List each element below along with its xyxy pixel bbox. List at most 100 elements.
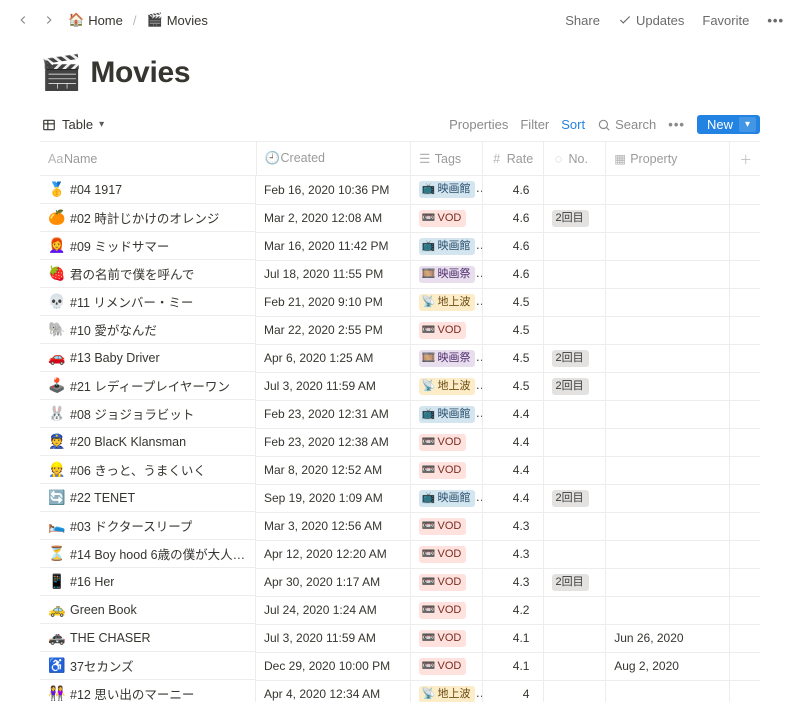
cell-no[interactable] <box>544 680 606 702</box>
cell-no[interactable] <box>544 624 606 652</box>
tag-pill[interactable]: 📼VOD <box>419 210 467 227</box>
cell-tags[interactable]: 📡地上波 <box>410 288 482 316</box>
cell-name[interactable]: 🔄#22 TENET <box>40 484 256 512</box>
tag-pill[interactable]: 2回目 <box>552 378 588 395</box>
cell-created[interactable]: Apr 6, 2020 1:25 AM <box>256 344 410 372</box>
table-row[interactable]: 📱#16 HerApr 30, 2020 1:17 AM📼VOD4.32回目 <box>40 568 760 596</box>
cell-created[interactable]: Mar 16, 2020 11:42 PM <box>256 232 410 260</box>
table-row[interactable]: 🚕Green BookJul 24, 2020 1:24 AM📼VOD4.2 <box>40 596 760 624</box>
cell-name[interactable]: 👩‍🦰#09 ミッドサマー <box>40 232 256 260</box>
cell-name[interactable]: ♿37セカンズ <box>40 652 256 680</box>
cell-no[interactable] <box>544 400 606 428</box>
table-row[interactable]: 🍊#02 時計じかけのオレンジMar 2, 2020 12:08 AM📼VOD4… <box>40 204 760 232</box>
nav-back-button[interactable] <box>12 9 34 31</box>
tag-pill[interactable]: 📼VOD <box>419 658 467 675</box>
col-no[interactable]: ◌No. <box>544 142 606 176</box>
cell-rate[interactable]: 4.4 <box>482 484 544 512</box>
cell-tags[interactable]: 🎞️映画祭 <box>410 260 482 288</box>
table-row[interactable]: ♿37セカンズDec 29, 2020 10:00 PM📼VOD4.1Aug 2… <box>40 652 760 680</box>
cell-property[interactable] <box>606 316 729 344</box>
tag-pill[interactable]: 📺映画館 <box>419 406 476 423</box>
cell-property[interactable] <box>606 372 729 400</box>
cell-tags[interactable]: 📺映画館 <box>410 232 482 260</box>
cell-created[interactable]: Sep 19, 2020 1:09 AM <box>256 484 410 512</box>
cell-rate[interactable]: 4.1 <box>482 652 544 680</box>
cell-property[interactable] <box>606 400 729 428</box>
cell-no[interactable] <box>544 260 606 288</box>
cell-created[interactable]: Apr 12, 2020 12:20 AM <box>256 540 410 568</box>
cell-tags[interactable]: 📼VOD <box>410 568 482 596</box>
tag-pill[interactable]: 📡地上波 <box>419 294 476 311</box>
cell-rate[interactable]: 4.3 <box>482 540 544 568</box>
cell-created[interactable]: Jul 24, 2020 1:24 AM <box>256 596 410 624</box>
cell-tags[interactable]: 📼VOD <box>410 512 482 540</box>
cell-property[interactable] <box>606 568 729 596</box>
cell-property[interactable] <box>606 260 729 288</box>
table-row[interactable]: 🍓君の名前で僕を呼んでJul 18, 2020 11:55 PM🎞️映画祭4.6 <box>40 260 760 288</box>
cell-created[interactable]: Jul 3, 2020 11:59 AM <box>256 372 410 400</box>
new-button[interactable]: New ▾ <box>697 115 760 134</box>
cell-created[interactable]: Mar 22, 2020 2:55 PM <box>256 316 410 344</box>
properties-button[interactable]: Properties <box>449 117 508 132</box>
cell-property[interactable] <box>606 288 729 316</box>
cell-rate[interactable]: 4.6 <box>482 204 544 232</box>
cell-rate[interactable]: 4.4 <box>482 428 544 456</box>
cell-property[interactable] <box>606 232 729 260</box>
cell-name[interactable]: 🐘#10 愛がなんだ <box>40 316 256 344</box>
cell-rate[interactable]: 4 <box>482 680 544 702</box>
cell-property[interactable] <box>606 428 729 456</box>
tag-pill[interactable]: 📼VOD <box>419 518 467 535</box>
table-row[interactable]: 🔄#22 TENETSep 19, 2020 1:09 AM📺映画館4.4 2回目 <box>40 484 760 512</box>
cell-tags[interactable]: 📼VOD <box>410 428 482 456</box>
cell-rate[interactable]: 4.1 <box>482 624 544 652</box>
cell-tags[interactable]: 📼VOD <box>410 652 482 680</box>
cell-tags[interactable]: 📺映画館 <box>410 484 482 512</box>
col-property[interactable]: ▦Property <box>606 142 729 176</box>
cell-created[interactable]: Feb 16, 2020 10:36 PM <box>256 176 410 205</box>
cell-created[interactable]: Jul 3, 2020 11:59 AM <box>256 624 410 652</box>
tag-pill[interactable]: 2回目 <box>552 490 588 507</box>
add-column-button[interactable]: ＋ <box>729 142 760 176</box>
page-icon[interactable]: 🎬 <box>40 56 82 90</box>
tag-pill[interactable]: 🎞️映画祭 <box>419 266 476 283</box>
view-more-button[interactable]: ••• <box>668 117 685 132</box>
cell-property[interactable]: Aug 2, 2020 <box>606 652 729 680</box>
page-title[interactable]: Movies <box>90 56 190 90</box>
cell-rate[interactable]: 4.5 <box>482 288 544 316</box>
cell-no[interactable] <box>544 512 606 540</box>
updates-button[interactable]: Updates <box>614 11 688 30</box>
cell-name[interactable]: 🚗#13 Baby Driver <box>40 344 256 372</box>
tag-pill[interactable]: 📼VOD <box>419 546 467 563</box>
table-row[interactable]: ⏳#14 Boy hood 6歳の僕が大人になるまでApr 12, 2020 1… <box>40 540 760 568</box>
cell-no[interactable]: 2回目 <box>544 568 606 596</box>
cell-created[interactable]: Mar 8, 2020 12:52 AM <box>256 456 410 484</box>
more-menu-button[interactable]: ••• <box>763 11 788 30</box>
cell-property[interactable] <box>606 344 729 372</box>
table-row[interactable]: 👮#20 BlacK KlansmanFeb 23, 2020 12:38 AM… <box>40 428 760 456</box>
cell-created[interactable]: Jul 18, 2020 11:55 PM <box>256 260 410 288</box>
cell-name[interactable]: 📱#16 Her <box>40 568 256 596</box>
cell-tags[interactable]: 📡地上波 <box>410 372 482 400</box>
cell-tags[interactable]: 📼VOD <box>410 540 482 568</box>
table-row[interactable]: 👭#12 思い出のマーニーApr 4, 2020 12:34 AM 📡地上波 4 <box>40 680 760 702</box>
cell-name[interactable]: 👭#12 思い出のマーニー <box>40 680 256 702</box>
cell-name[interactable]: 👷#06 きっと、うまくいく <box>40 456 256 484</box>
tag-pill[interactable]: 📼VOD <box>419 462 467 479</box>
tag-pill[interactable]: 📼VOD <box>419 434 467 451</box>
cell-property[interactable] <box>606 204 729 232</box>
col-tags[interactable]: ☰Tags <box>410 142 482 176</box>
tag-pill[interactable]: 🎞️映画祭 <box>419 350 476 367</box>
cell-name[interactable]: 👮#20 BlacK Klansman <box>40 428 256 456</box>
cell-no[interactable] <box>544 176 606 205</box>
cell-name[interactable]: 🍊#02 時計じかけのオレンジ <box>40 204 256 232</box>
cell-property[interactable] <box>606 512 729 540</box>
tag-pill[interactable]: 2回目 <box>552 350 588 367</box>
tag-pill[interactable]: 📼VOD <box>419 574 467 591</box>
cell-no[interactable]: 2回目 <box>544 204 606 232</box>
cell-property[interactable] <box>606 484 729 512</box>
tag-pill[interactable]: 📡地上波 <box>419 686 476 702</box>
cell-tags[interactable]: 📺映画館 <box>410 400 482 428</box>
search-button[interactable]: Search <box>597 117 656 132</box>
cell-created[interactable]: Apr 4, 2020 12:34 AM <box>256 680 410 702</box>
cell-tags[interactable]: 📼VOD <box>410 456 482 484</box>
